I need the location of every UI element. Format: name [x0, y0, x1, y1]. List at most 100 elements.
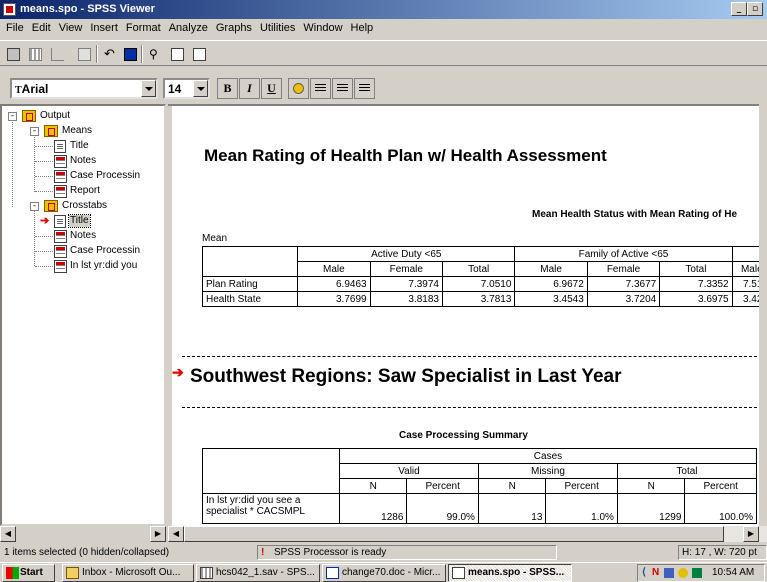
- heading-mean-rating[interactable]: Mean Rating of Health Plan w/ Health Ass…: [204, 146, 607, 166]
- tree-item-title[interactable]: Title: [2, 140, 162, 153]
- pivot-table-icon: [54, 245, 67, 258]
- taskbar-item-outlook[interactable]: Inbox - Microsoft Ou...: [62, 564, 194, 582]
- go-to-case-button[interactable]: [189, 44, 209, 64]
- tree-item-crosstabs[interactable]: - Crosstabs: [2, 200, 162, 212]
- start-button[interactable]: Start: [2, 564, 55, 582]
- tree-item-report[interactable]: Report: [2, 185, 162, 198]
- align-left-button[interactable]: [310, 78, 331, 99]
- find-button[interactable]: ⚲: [145, 44, 165, 64]
- spss-viewer-icon: [452, 567, 465, 579]
- tree-item-case-processing[interactable]: Case Processin: [2, 170, 162, 183]
- select-last-output-button[interactable]: [167, 44, 187, 64]
- align-right-button[interactable]: [354, 78, 375, 99]
- tray-status-icon[interactable]: [678, 568, 688, 578]
- tree-label: Title: [68, 214, 91, 228]
- tree-label: Notes: [70, 155, 97, 166]
- goto-data-button[interactable]: [120, 44, 140, 64]
- scroll-thumb[interactable]: [184, 526, 724, 542]
- text-color-button[interactable]: [288, 78, 309, 99]
- font-size-select[interactable]: 14: [163, 78, 210, 99]
- pivot-table-icon: [54, 185, 67, 198]
- menu-graphs[interactable]: Graphs: [212, 19, 256, 37]
- table-cell: 3.7699: [297, 291, 371, 307]
- clock[interactable]: 10:54 AM: [712, 567, 754, 578]
- tree-item-notes[interactable]: Notes: [2, 230, 162, 243]
- restore-button[interactable]: ▫: [747, 2, 763, 16]
- antivirus-icon[interactable]: N: [652, 567, 659, 578]
- tray-app-icon[interactable]: [664, 568, 674, 578]
- formatting-toolbar: TArial 14 B I U: [0, 76, 767, 102]
- undo-button[interactable]: ↶: [100, 44, 120, 64]
- chevron-down-icon[interactable]: [193, 80, 208, 97]
- scroll-left-icon[interactable]: ◀: [168, 526, 184, 542]
- bold-button[interactable]: B: [217, 78, 238, 99]
- minimize-button[interactable]: _: [731, 2, 747, 16]
- case-processing-table[interactable]: Cases Valid Missing Total N Percent N Pe…: [202, 448, 758, 524]
- tree-root-output[interactable]: - Output: [2, 110, 162, 122]
- tree-item-title-selected[interactable]: ➔ Title: [2, 214, 162, 228]
- tree-label: Report: [70, 185, 101, 196]
- collapse-icon[interactable]: -: [30, 202, 39, 211]
- menu-utilities[interactable]: Utilities: [256, 19, 299, 37]
- tree-label: Notes: [70, 230, 97, 241]
- mean-health-status-table[interactable]: Active Duty <65 Family of Active <65 Mal…: [201, 246, 759, 307]
- scroll-right-icon[interactable]: ▶: [743, 526, 759, 542]
- menu-insert[interactable]: Insert: [86, 19, 122, 37]
- table-cell: 3.7813: [441, 291, 516, 307]
- group-header: Total: [616, 463, 758, 479]
- table-row: Plan Rating 6.9463 7.3974 7.0510 6.9672 …: [201, 276, 759, 292]
- spss-app-icon[interactable]: [3, 3, 16, 16]
- tree-line: [35, 266, 53, 267]
- underline-button[interactable]: U: [261, 78, 282, 99]
- dialog-icon: [78, 48, 91, 61]
- menu-edit[interactable]: Edit: [28, 19, 55, 37]
- table-cell: 7.3677: [586, 276, 661, 292]
- tree-item-notes[interactable]: Notes: [2, 155, 162, 168]
- table-cell: 7.0510: [441, 276, 516, 292]
- menu-window[interactable]: Window: [299, 19, 346, 37]
- tree-item-crosstab-table[interactable]: In lst yr:did you: [2, 260, 162, 273]
- scroll-right-icon[interactable]: ▶: [150, 526, 166, 542]
- collapse-icon[interactable]: -: [30, 127, 39, 136]
- outline-pane[interactable]: - Output - Means Title Notes Case Proces…: [0, 104, 166, 526]
- start-label: Start: [20, 567, 43, 578]
- align-center-button[interactable]: [332, 78, 353, 99]
- tray-utility-icon[interactable]: [692, 568, 702, 578]
- outline-horizontal-scrollbar[interactable]: ◀ ▶: [0, 526, 166, 542]
- collapse-icon[interactable]: -: [8, 112, 17, 121]
- taskbar-item-spss-data[interactable]: hcs042_1.sav - SPS...: [196, 564, 320, 582]
- content-horizontal-scrollbar[interactable]: ◀ ▶: [168, 526, 767, 542]
- column-header: Total: [441, 261, 516, 277]
- menu-help[interactable]: Help: [347, 19, 378, 37]
- network-icon[interactable]: ⟨: [642, 567, 646, 578]
- scroll-left-icon[interactable]: ◀: [0, 526, 16, 542]
- vertical-scrollbar[interactable]: [759, 104, 767, 526]
- taskbar-item-spss-viewer[interactable]: means.spo - SPSS...: [448, 564, 572, 582]
- menu-format[interactable]: Format: [122, 19, 165, 37]
- tree-item-case-processing[interactable]: Case Processin: [2, 245, 162, 258]
- dialog-recall-button[interactable]: [74, 44, 94, 64]
- column-header: Percent: [684, 478, 757, 494]
- save-button[interactable]: [25, 44, 45, 64]
- book-icon: [22, 110, 36, 122]
- tree-item-means[interactable]: - Means: [2, 125, 162, 137]
- output-content-pane[interactable]: Mean Rating of Health Plan w/ Health Ass…: [168, 104, 759, 526]
- taskbar-item-word[interactable]: change70.doc - Micr...: [322, 564, 446, 582]
- italic-button[interactable]: I: [239, 78, 260, 99]
- menu-file[interactable]: File: [2, 19, 28, 37]
- font-select[interactable]: TArial: [10, 78, 158, 99]
- heading-southwest-regions[interactable]: Southwest Regions: Saw Specialist in Las…: [190, 366, 622, 388]
- tree-line: [35, 251, 53, 252]
- toolbar-separator: [96, 45, 98, 63]
- pivot-table-icon: [54, 260, 67, 273]
- row-label-line: In lst yr:did you see a: [206, 495, 301, 506]
- print-button[interactable]: [47, 44, 67, 64]
- column-header: N: [477, 478, 547, 494]
- open-file-button[interactable]: [3, 44, 23, 64]
- table-cell: 7.516: [731, 276, 759, 292]
- chevron-down-icon[interactable]: [141, 80, 156, 97]
- table-cell: 3.8183: [369, 291, 443, 307]
- menu-view[interactable]: View: [55, 19, 87, 37]
- menu-analyze[interactable]: Analyze: [165, 19, 212, 37]
- table-cell: 1.0%: [545, 493, 618, 524]
